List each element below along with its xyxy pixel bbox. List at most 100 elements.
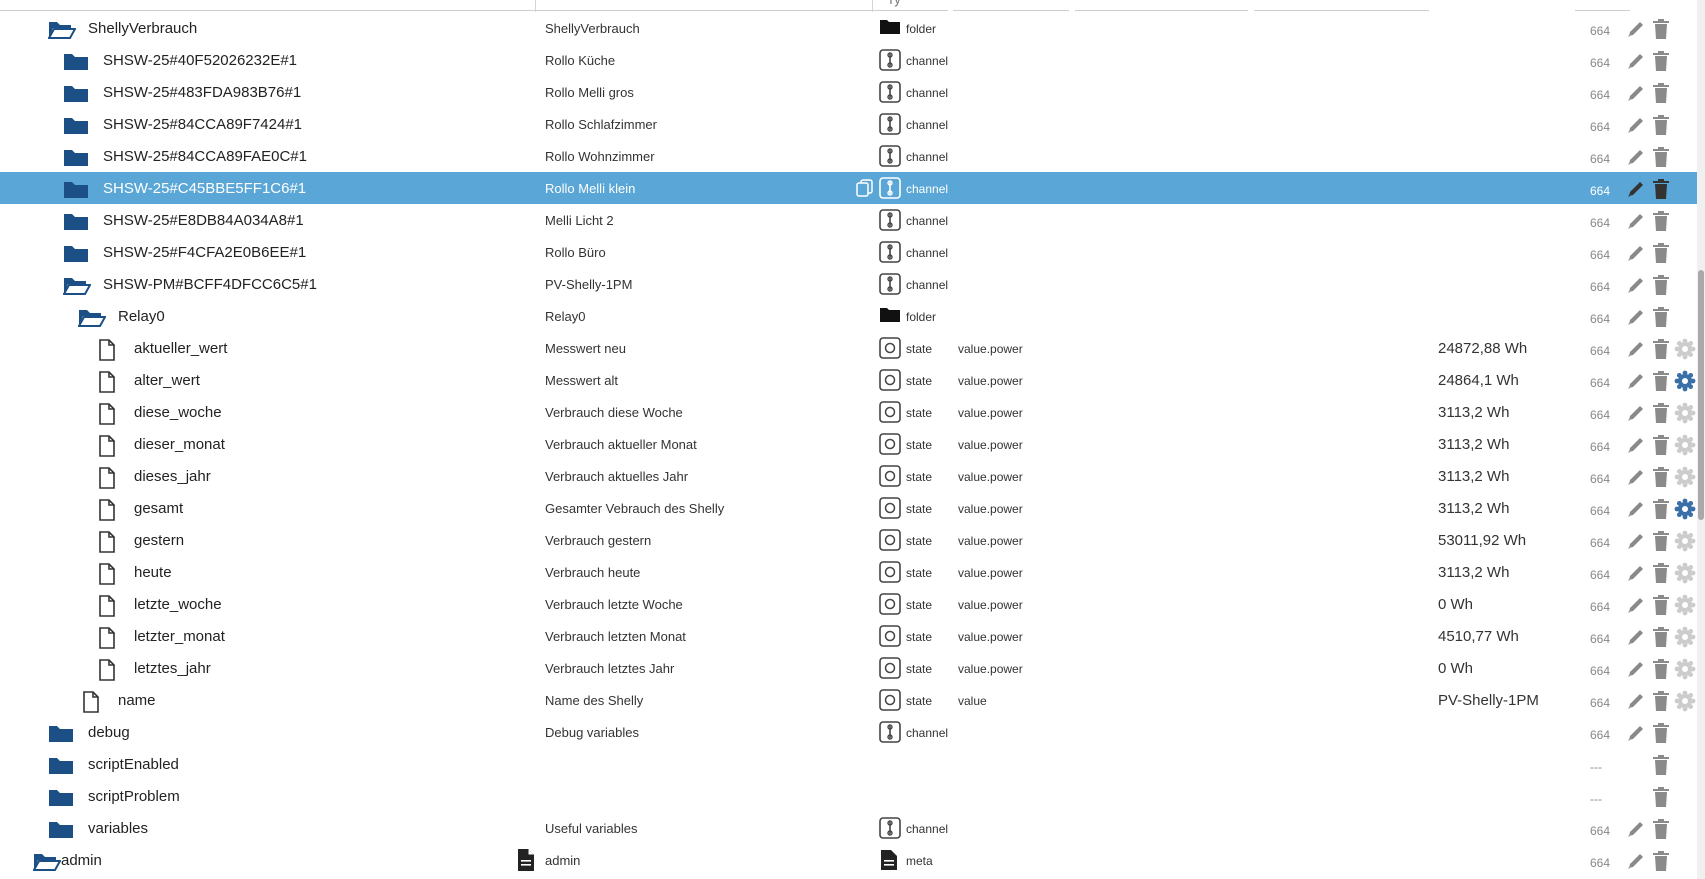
trash-icon[interactable] [1652,146,1670,168]
settings-gear-icon[interactable] [1674,594,1696,616]
tree-row[interactable]: variables Useful variables channel 664 [0,812,1705,844]
trash-icon[interactable] [1652,274,1670,296]
trash-icon[interactable] [1652,82,1670,104]
edit-icon[interactable] [1626,371,1646,391]
acl-value[interactable]: 664 [1590,88,1610,102]
vertical-scrollbar[interactable] [1697,0,1705,879]
trash-icon[interactable] [1652,658,1670,680]
settings-gear-icon[interactable] [1674,530,1696,552]
tree-row[interactable]: SHSW-25#84CCA89F7424#1 Rollo Schlafzimmer… [0,108,1705,140]
file-icon[interactable] [82,691,100,718]
trash-icon[interactable] [1652,754,1670,776]
acl-value[interactable]: 664 [1590,504,1610,518]
edit-icon[interactable] [1626,435,1646,455]
tree-row[interactable]: SHSW-25#84CCA89FAE0C#1 Rollo Wohnzimmer ch… [0,140,1705,172]
acl-value[interactable]: 664 [1590,344,1610,358]
trash-icon[interactable] [1652,242,1670,264]
header-col-id[interactable] [0,0,535,11]
acl-value[interactable]: 664 [1590,216,1610,230]
file-icon[interactable] [98,499,116,526]
file-icon[interactable] [98,339,116,366]
settings-gear-icon[interactable] [1674,658,1696,680]
file-icon[interactable] [98,659,116,686]
folder-open-icon[interactable] [32,851,62,876]
folder-open-icon[interactable] [62,275,92,300]
acl-value[interactable]: 664 [1590,248,1610,262]
folder-icon[interactable] [48,787,74,812]
trash-icon[interactable] [1652,18,1670,40]
tree-row[interactable]: admin admin meta 664 [0,844,1705,876]
trash-icon[interactable] [1652,722,1670,744]
edit-icon[interactable] [1626,467,1646,487]
tree-row[interactable]: SHSW-25#483FDA983B76#1 Rollo Melli gros ch… [0,76,1705,108]
settings-gear-icon[interactable] [1674,434,1696,456]
state-value[interactable]: 0 Wh [1438,596,1473,613]
state-value[interactable]: 4510,77 Wh [1438,628,1519,645]
trash-icon[interactable] [1652,562,1670,584]
acl-value[interactable]: 664 [1590,408,1610,422]
edit-icon[interactable] [1626,691,1646,711]
acl-value[interactable]: 664 [1590,24,1610,38]
state-value[interactable]: 0 Wh [1438,660,1473,677]
trash-icon[interactable] [1652,178,1670,200]
folder-open-icon[interactable] [77,307,107,332]
tree-row[interactable]: letztes_jahr Verbrauch letztes Jahr state v… [0,652,1705,684]
edit-icon[interactable] [1626,275,1646,295]
acl-value[interactable]: 664 [1590,824,1610,838]
trash-icon[interactable] [1652,306,1670,328]
header-col-type[interactable]: Ty [873,0,948,11]
state-value[interactable]: 3113,2 Wh [1438,468,1509,485]
settings-gear-icon[interactable] [1674,626,1696,648]
settings-gear-icon[interactable] [1674,370,1696,392]
copy-icon[interactable] [855,178,875,198]
trash-icon[interactable] [1652,498,1670,520]
header-col-room[interactable] [1075,0,1248,11]
acl-value[interactable]: 664 [1590,856,1610,870]
tree-row[interactable]: name Name des Shelly state value PV-Shelly-1… [0,684,1705,716]
settings-gear-icon[interactable] [1674,498,1696,520]
tree-row[interactable]: debug Debug variables channel 664 [0,716,1705,748]
edit-icon[interactable] [1626,115,1646,135]
tree-row[interactable]: scriptEnabled --- [0,748,1705,780]
tree-row[interactable]: SHSW-25#40F52026232E#1 Rollo Küche channel… [0,44,1705,76]
acl-value[interactable]: 664 [1590,472,1610,486]
tree-row[interactable]: dieses_jahr Verbrauch aktuelles Jahr state… [0,460,1705,492]
state-value[interactable]: 53011,92 Wh [1438,532,1526,549]
settings-gear-icon[interactable] [1674,338,1696,360]
tree-row[interactable]: gesamt Gesamter Vebrauch des Shelly state v… [0,492,1705,524]
folder-icon[interactable] [63,211,89,236]
state-value[interactable]: 3113,2 Wh [1438,404,1509,421]
tree-row[interactable]: letzte_woche Verbrauch letzte Woche state v… [0,588,1705,620]
trash-icon[interactable] [1652,370,1670,392]
edit-icon[interactable] [1626,211,1646,231]
acl-value[interactable]: 664 [1590,152,1610,166]
state-value[interactable]: 24864,1 Wh [1438,372,1519,389]
acl-value[interactable]: 664 [1590,600,1610,614]
tree-row[interactable]: alter_wert Messwert alt state value.power 24… [0,364,1705,396]
acl-value[interactable]: 664 [1590,376,1610,390]
folder-icon[interactable] [63,83,89,108]
acl-value[interactable]: 664 [1590,56,1610,70]
settings-gear-icon[interactable] [1674,402,1696,424]
acl-value[interactable]: 664 [1590,536,1610,550]
edit-icon[interactable] [1626,499,1646,519]
file-icon[interactable] [98,435,116,462]
trash-icon[interactable] [1652,210,1670,232]
header-col-acl[interactable] [1575,0,1630,11]
folder-icon[interactable] [48,723,74,748]
edit-icon[interactable] [1626,19,1646,39]
acl-value[interactable]: 664 [1590,696,1610,710]
trash-icon[interactable] [1652,338,1670,360]
tree-row[interactable]: Relay0 Relay0 folder 664 [0,300,1705,332]
file-icon[interactable] [98,595,116,622]
trash-icon[interactable] [1652,50,1670,72]
tree-row[interactable]: gestern Verbrauch gestern state value.power… [0,524,1705,556]
file-icon[interactable] [98,371,116,398]
edit-icon[interactable] [1626,723,1646,743]
scrollbar-thumb[interactable] [1698,270,1704,520]
tree-row[interactable]: SHSW-PM#BCFF4DFCC6C5#1 PV-Shelly-1PM chann… [0,268,1705,300]
file-icon[interactable] [98,403,116,430]
folder-icon[interactable] [48,755,74,780]
acl-value[interactable]: 664 [1590,280,1610,294]
folder-icon[interactable] [63,147,89,172]
